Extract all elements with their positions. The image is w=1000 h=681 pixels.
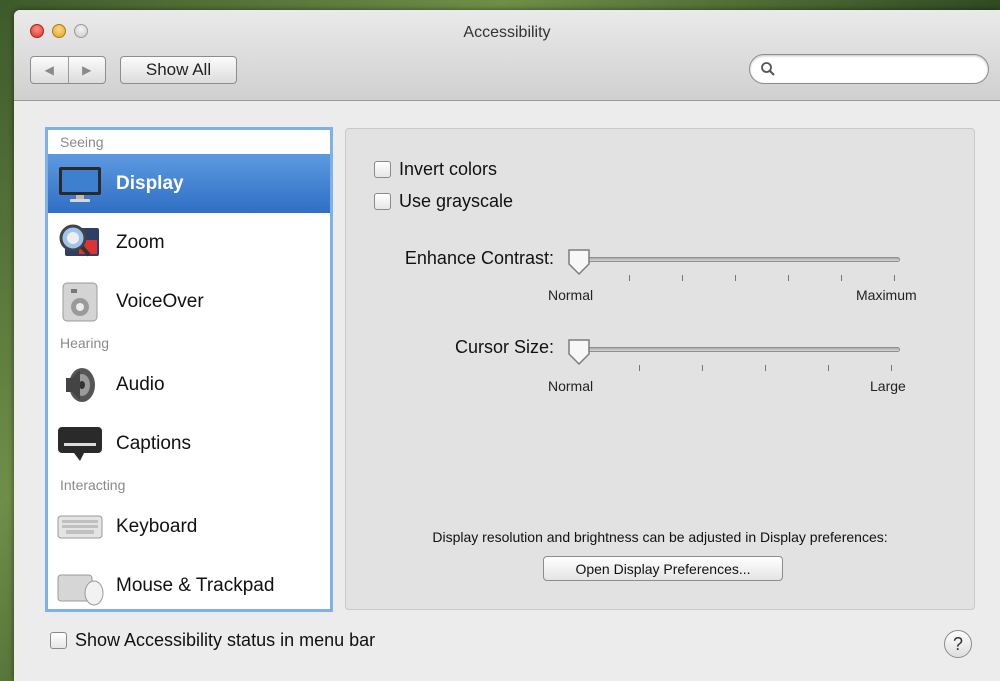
search-icon: [761, 62, 775, 76]
use-grayscale-checkbox[interactable]: Use grayscale: [374, 191, 513, 212]
tick-mark: [894, 275, 895, 281]
sidebar-item-keyboard[interactable]: Keyboard: [48, 497, 330, 556]
search-field[interactable]: [749, 54, 989, 84]
checkbox-box[interactable]: [50, 632, 67, 649]
sidebar-item-display[interactable]: Display: [48, 154, 330, 213]
search-input[interactable]: [780, 59, 979, 81]
cursor-size-thumb[interactable]: [566, 338, 592, 366]
section-header-interacting: Interacting: [60, 477, 126, 493]
sidebar-item-label: VoiceOver: [116, 290, 204, 312]
help-icon: ?: [952, 633, 963, 654]
preferences-window: Accessibility ◀ ▶ Show All Seeing Displa…: [14, 10, 1000, 681]
back-button[interactable]: ◀: [31, 57, 68, 83]
forward-button[interactable]: ▶: [67, 57, 106, 83]
sidebar-item-zoom[interactable]: Zoom: [48, 213, 330, 272]
cursor-size-track[interactable]: [570, 347, 900, 352]
enhance-contrast-label: Enhance Contrast:: [404, 248, 554, 268]
nav-segment: ◀ ▶: [30, 56, 106, 84]
sidebar-item-audio[interactable]: Audio: [48, 355, 330, 414]
show-all-button[interactable]: Show All: [120, 56, 237, 84]
display-icon: [56, 163, 104, 205]
enhance-contrast-track[interactable]: [570, 257, 900, 262]
section-header-seeing: Seeing: [60, 134, 104, 150]
display-settings-panel: Invert colors Use grayscale Enhance Cont…: [345, 128, 975, 610]
sidebar-item-label: Audio: [116, 373, 165, 395]
cursor-size-label: Cursor Size:: [454, 337, 554, 357]
tick-mark: [682, 275, 683, 281]
cursor-size-min-label: Normal: [548, 378, 594, 394]
sidebar-item-label: Zoom: [116, 231, 165, 253]
back-arrow-icon: ◀: [44, 63, 54, 77]
keyboard-icon: [56, 506, 104, 548]
sidebar-item-label: Mouse & Trackpad: [116, 574, 275, 596]
checkbox-box[interactable]: [374, 161, 391, 178]
tick-mark: [841, 275, 842, 281]
tick-mark: [639, 365, 640, 371]
cursor-size-max-label: Large: [870, 378, 906, 394]
tick-mark: [629, 275, 630, 281]
sidebar-item-voiceover[interactable]: VoiceOver: [48, 272, 330, 331]
forward-arrow-icon: ▶: [82, 63, 92, 77]
sidebar-item-label: Captions: [116, 432, 191, 454]
sidebar-item-mouse-trackpad[interactable]: Mouse & Trackpad: [48, 556, 330, 609]
sidebar-item-captions[interactable]: Captions: [48, 414, 330, 473]
tick-mark: [891, 365, 892, 371]
window-title: Accessibility: [463, 24, 551, 41]
show-status-in-menu-bar-checkbox[interactable]: Show Accessibility status in menu bar: [50, 630, 375, 651]
enhance-contrast-thumb[interactable]: [566, 248, 592, 276]
display-prefs-note: Display resolution and brightness can be…: [432, 529, 888, 545]
checkbox-box[interactable]: [374, 193, 391, 210]
enhance-contrast-min-label: Normal: [548, 287, 594, 303]
sidebar-item-label: Display: [116, 172, 184, 194]
mouse-icon: [56, 565, 104, 607]
captions-icon: [56, 423, 104, 465]
show-status-label: Show Accessibility status in menu bar: [75, 630, 376, 650]
title-bar: Accessibility ◀ ▶ Show All: [14, 10, 1000, 101]
enhance-contrast-max-label: Maximum: [856, 287, 917, 303]
speaker-icon: [56, 364, 104, 406]
tick-mark: [765, 365, 766, 371]
help-button[interactable]: ?: [944, 630, 972, 658]
invert-colors-label: Invert colors: [399, 159, 498, 179]
tick-mark: [828, 365, 829, 371]
tick-mark: [788, 275, 789, 281]
tick-mark: [702, 365, 703, 371]
sidebar-item-label: Keyboard: [116, 515, 198, 537]
zoom-icon: [56, 222, 104, 264]
section-header-hearing: Hearing: [60, 335, 110, 351]
tick-mark: [735, 275, 736, 281]
voiceover-icon: [56, 281, 104, 323]
sidebar-list[interactable]: Seeing Display Zoom VoiceOver Hearing Au…: [45, 127, 333, 612]
open-display-preferences-button[interactable]: Open Display Preferences...: [543, 556, 783, 581]
invert-colors-checkbox[interactable]: Invert colors: [374, 159, 497, 180]
use-grayscale-label: Use grayscale: [399, 191, 514, 211]
